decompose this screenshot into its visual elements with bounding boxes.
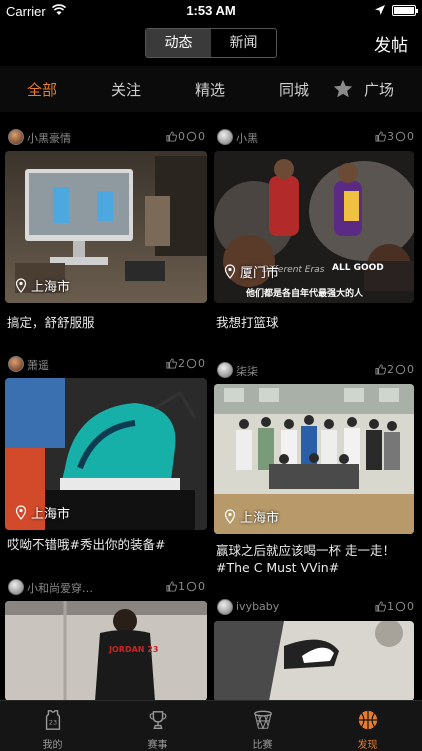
- post-card[interactable]: 萧遥 2 0 上海市 哎呦不错哦#秀出你的装备#: [5, 354, 207, 554]
- jersey-text: JORDAN 23: [109, 645, 159, 654]
- comment-count: 0: [407, 130, 414, 143]
- hoop-icon: [254, 710, 272, 730]
- thumbs-up-icon: [166, 358, 177, 369]
- like-count: 0: [178, 130, 185, 143]
- star-icon[interactable]: [332, 78, 354, 100]
- basketball-poster-photo[interactable]: ALL GOOD Different Eras 他们都是各自年代最强大的人 厦门…: [214, 151, 414, 303]
- segment-feed[interactable]: 动态: [146, 29, 211, 57]
- location-label: 上海市: [224, 507, 279, 526]
- comment-count: 0: [407, 363, 414, 376]
- avatar[interactable]: [8, 129, 24, 145]
- comment-icon: [186, 581, 197, 592]
- sneaker-floor-photo[interactable]: [214, 621, 414, 700]
- sneaker-photo[interactable]: 上海市: [5, 378, 207, 530]
- comment-count: 0: [407, 600, 414, 613]
- location-pin-icon: [224, 264, 236, 279]
- post-stats: 2 0: [166, 357, 205, 370]
- thumbs-up-icon: [375, 131, 386, 142]
- post-card[interactable]: 小和尚爱穿… 1 0 JORDAN 23: [5, 577, 207, 700]
- post-card[interactable]: 柒柒 2 0 上海市 赢球之后就应该喝一杯 走一走！#The C Must VV…: [214, 360, 416, 585]
- avatar[interactable]: [8, 579, 24, 595]
- poster-title-text: ALL GOOD: [332, 263, 384, 273]
- tab-mine[interactable]: 23 我的: [0, 701, 105, 751]
- team-photo[interactable]: 上海市: [214, 384, 414, 534]
- jersey-icon: 23: [45, 710, 61, 730]
- post-card[interactable]: 小黑豪情 0 0 上海市 搞定，舒舒服服: [5, 127, 207, 337]
- trophy-icon: [149, 711, 167, 729]
- username[interactable]: ivybaby: [236, 600, 331, 613]
- svg-text:23: 23: [49, 719, 57, 727]
- post-card[interactable]: ivybaby 1 0: [214, 597, 416, 700]
- comment-count: 0: [198, 357, 205, 370]
- post-stats: 1 0: [166, 580, 205, 593]
- feed-grid: 小黑豪情 0 0 上海市 搞定，舒舒服服 小黑 3 0 ALL GOOD Dif…: [0, 112, 422, 700]
- jersey-photo[interactable]: JORDAN 23: [5, 601, 207, 700]
- username[interactable]: 小黑豪情: [27, 130, 122, 146]
- filter-following[interactable]: 关注: [111, 79, 141, 100]
- post-button[interactable]: 发帖: [374, 31, 408, 56]
- comment-icon: [395, 131, 406, 142]
- battery-icon: [392, 5, 418, 16]
- segment-news[interactable]: 新闻: [211, 29, 276, 57]
- jersey-image: [5, 601, 207, 700]
- post-stats: 1 0: [375, 600, 414, 613]
- post-caption: 赢球之后就应该喝一杯 走一走！#The C Must VVin#: [216, 543, 395, 575]
- username[interactable]: 小黑: [236, 130, 331, 146]
- avatar[interactable]: [217, 129, 233, 145]
- location-pin-icon: [15, 505, 27, 520]
- post-caption: 我想打篮球: [216, 315, 279, 330]
- status-bar: Carrier 1:53 AM: [0, 0, 422, 22]
- comment-count: 0: [198, 130, 205, 143]
- desk-computer-photo[interactable]: 上海市: [5, 151, 207, 303]
- tab-bar: 23 我的 赛事 比赛 发现: [0, 700, 422, 751]
- post-stats: 2 0: [375, 363, 414, 376]
- tab-games[interactable]: 比赛: [210, 701, 315, 751]
- username[interactable]: 小和尚爱穿…: [27, 580, 122, 596]
- comment-icon: [395, 364, 406, 375]
- username[interactable]: 柒柒: [236, 363, 331, 379]
- comment-count: 0: [198, 580, 205, 593]
- feed-news-segmented-control: 动态 新闻: [145, 28, 277, 58]
- location-label: 厦门市: [224, 262, 279, 281]
- post-card[interactable]: 小黑 3 0 ALL GOOD Different Eras 他们都是各自年代最…: [214, 127, 416, 337]
- post-caption: 哎呦不错哦#秀出你的装备#: [7, 537, 166, 552]
- thumbs-up-icon: [375, 601, 386, 612]
- username[interactable]: 萧遥: [27, 357, 122, 373]
- like-count: 1: [178, 580, 185, 593]
- like-count: 2: [387, 363, 394, 376]
- thumbs-up-icon: [375, 364, 386, 375]
- post-caption: 搞定，舒舒服服: [7, 315, 95, 330]
- post-stats: 3 0: [375, 130, 414, 143]
- location-pin-icon: [15, 278, 27, 293]
- like-count: 1: [387, 600, 394, 613]
- post-stats: 0 0: [166, 130, 205, 143]
- avatar[interactable]: [217, 362, 233, 378]
- avatar[interactable]: [217, 599, 233, 615]
- filter-square[interactable]: 广场: [364, 79, 394, 100]
- filter-featured[interactable]: 精选: [195, 79, 225, 100]
- tab-events[interactable]: 赛事: [105, 701, 210, 751]
- sneaker-floor-image: [214, 621, 414, 700]
- avatar[interactable]: [8, 356, 24, 372]
- filter-local[interactable]: 同城: [279, 79, 309, 100]
- tab-discover[interactable]: 发现: [315, 701, 420, 751]
- location-arrow-icon: [375, 5, 385, 15]
- filter-all[interactable]: 全部: [27, 79, 57, 100]
- basketball-icon: [358, 710, 378, 730]
- thumbs-up-icon: [166, 131, 177, 142]
- location-label: 上海市: [15, 503, 70, 522]
- location-label: 上海市: [15, 276, 70, 295]
- filter-tabs: 全部 关注 精选 同城 广场: [0, 66, 422, 112]
- like-count: 2: [178, 357, 185, 370]
- comment-icon: [186, 131, 197, 142]
- nav-bar: 动态 新闻 发帖: [0, 22, 422, 66]
- poster-bottom-text: 他们都是各自年代最强大的人: [246, 289, 364, 299]
- status-time: 1:53 AM: [186, 3, 236, 18]
- thumbs-up-icon: [166, 581, 177, 592]
- comment-icon: [395, 601, 406, 612]
- like-count: 3: [387, 130, 394, 143]
- comment-icon: [186, 358, 197, 369]
- location-pin-icon: [224, 509, 236, 524]
